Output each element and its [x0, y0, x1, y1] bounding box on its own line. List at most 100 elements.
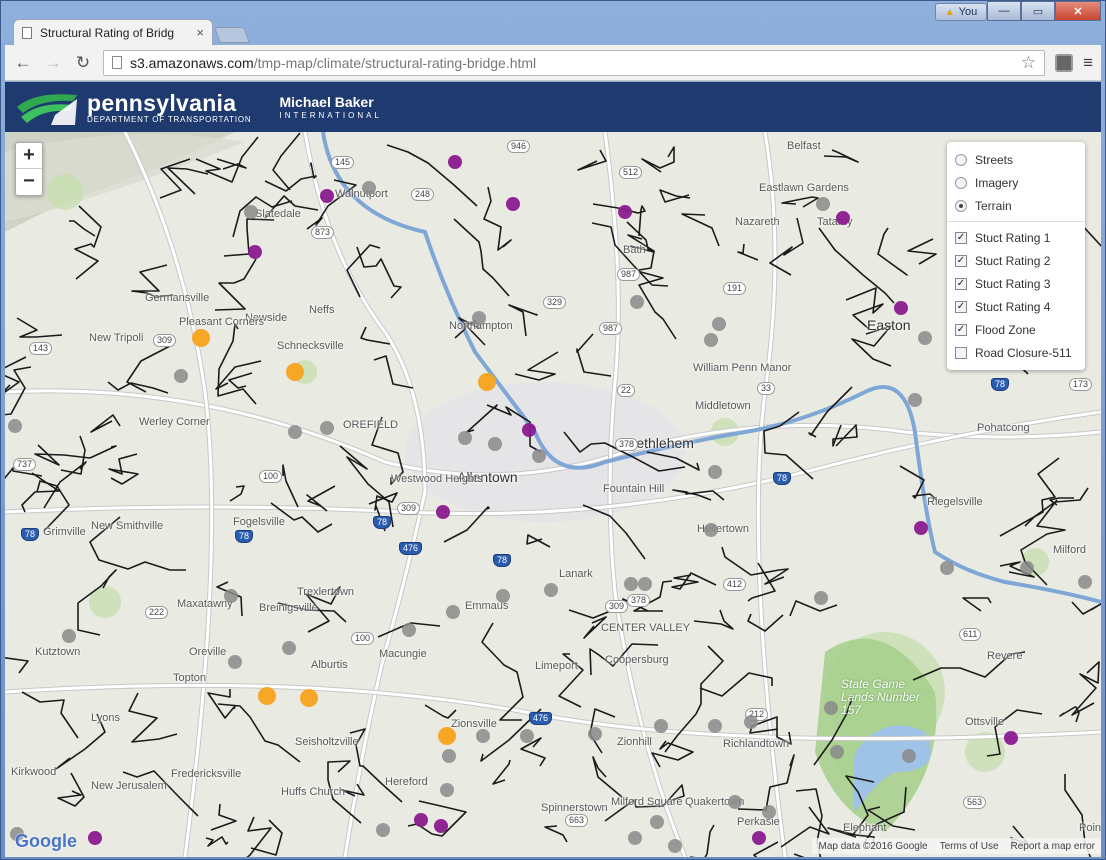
bridge-marker-gray[interactable] [362, 181, 376, 195]
bridge-marker-gray[interactable] [544, 583, 558, 597]
bridge-marker-gray[interactable] [624, 577, 638, 591]
bridge-marker-purple[interactable] [894, 301, 908, 315]
overlay-stuct-rating-3[interactable]: ✓ Stuct Rating 3 [955, 272, 1077, 295]
bridge-marker-gray[interactable] [458, 431, 472, 445]
bridge-marker-gray[interactable] [228, 655, 242, 669]
menu-icon[interactable]: ≡ [1083, 53, 1093, 73]
bridge-marker-purple[interactable] [618, 205, 632, 219]
url-text[interactable]: s3.amazonaws.com/tmp-map/climate/structu… [130, 55, 1013, 71]
overlay-stuct-rating-4[interactable]: ✓ Stuct Rating 4 [955, 295, 1077, 318]
extension-icon[interactable] [1055, 53, 1074, 72]
bridge-marker-gray[interactable] [708, 465, 722, 479]
bridge-marker-gray[interactable] [902, 749, 916, 763]
bookmark-star-icon[interactable]: ☆ [1021, 53, 1036, 73]
bridge-marker-gray[interactable] [712, 317, 726, 331]
base-layer-terrain[interactable]: Terrain [955, 194, 1077, 217]
bridge-marker-purple[interactable] [434, 819, 448, 833]
bridge-marker-gray[interactable] [638, 577, 652, 591]
maximize-button[interactable]: ▭ [1021, 1, 1055, 21]
bridge-marker-gray[interactable] [244, 205, 258, 219]
address-bar[interactable]: s3.amazonaws.com/tmp-map/climate/structu… [103, 49, 1046, 76]
terms-link[interactable]: Terms of Use [940, 841, 999, 852]
bridge-marker-orange[interactable] [300, 689, 318, 707]
bridge-marker-orange[interactable] [478, 373, 496, 391]
tab-close-icon[interactable]: × [196, 25, 204, 40]
bridge-marker-gray[interactable] [1078, 575, 1092, 589]
bridge-marker-gray[interactable] [440, 783, 454, 797]
bridge-marker-purple[interactable] [414, 813, 428, 827]
close-window-button[interactable]: ✕ [1055, 1, 1101, 21]
bridge-marker-gray[interactable] [472, 311, 486, 325]
bridge-marker-gray[interactable] [588, 727, 602, 741]
bridge-marker-gray[interactable] [830, 745, 844, 759]
bridge-marker-gray[interactable] [918, 331, 932, 345]
bridge-marker-gray[interactable] [288, 425, 302, 439]
bridge-marker-orange[interactable] [438, 727, 456, 745]
bridge-marker-gray[interactable] [496, 589, 510, 603]
bridge-marker-purple[interactable] [448, 155, 462, 169]
radio-button[interactable] [955, 153, 967, 166]
bridge-marker-gray[interactable] [668, 839, 682, 853]
checkbox[interactable]: ✓ [955, 231, 967, 244]
bridge-marker-gray[interactable] [320, 421, 334, 435]
base-layer-imagery[interactable]: Imagery [955, 171, 1077, 194]
bridge-marker-orange[interactable] [286, 363, 304, 381]
profile-button[interactable]: ▲ You [935, 3, 987, 21]
bridge-marker-gray[interactable] [704, 333, 718, 347]
bridge-marker-purple[interactable] [506, 197, 520, 211]
bridge-marker-gray[interactable] [8, 419, 22, 433]
bridge-marker-gray[interactable] [814, 591, 828, 605]
zoom-out-button[interactable]: − [16, 169, 42, 195]
checkbox[interactable]: ✓ [955, 254, 967, 267]
bridge-marker-gray[interactable] [908, 393, 922, 407]
back-button[interactable]: ← [13, 53, 33, 73]
overlay-stuct-rating-2[interactable]: ✓ Stuct Rating 2 [955, 249, 1077, 272]
bridge-marker-gray[interactable] [630, 295, 644, 309]
bridge-marker-gray[interactable] [744, 715, 758, 729]
overlay-flood-zone[interactable]: ✓ Flood Zone [955, 318, 1077, 341]
bridge-marker-gray[interactable] [520, 729, 534, 743]
bridge-marker-gray[interactable] [628, 831, 642, 845]
bridge-marker-gray[interactable] [446, 605, 460, 619]
checkbox[interactable]: ✓ [955, 277, 967, 290]
bridge-marker-gray[interactable] [488, 437, 502, 451]
bridge-marker-orange[interactable] [192, 329, 210, 347]
bridge-marker-gray[interactable] [708, 719, 722, 733]
forward-button[interactable]: → [43, 53, 63, 73]
checkbox[interactable] [955, 346, 967, 359]
checkbox[interactable]: ✓ [955, 323, 967, 336]
bridge-marker-orange[interactable] [258, 687, 276, 705]
bridge-marker-gray[interactable] [376, 823, 390, 837]
browser-tab[interactable]: Structural Rating of Bridg × [13, 19, 213, 45]
new-tab-button[interactable] [214, 27, 250, 43]
base-layer-streets[interactable]: Streets [955, 148, 1077, 171]
zoom-in-button[interactable]: + [16, 143, 42, 169]
bridge-marker-purple[interactable] [1004, 731, 1018, 745]
bridge-marker-gray[interactable] [224, 589, 238, 603]
radio-button[interactable] [955, 199, 967, 212]
bridge-marker-gray[interactable] [442, 749, 456, 763]
bridge-marker-gray[interactable] [824, 701, 838, 715]
bridge-marker-gray[interactable] [704, 523, 718, 537]
reload-button[interactable]: ↻ [73, 53, 93, 73]
overlay-stuct-rating-1[interactable]: ✓ Stuct Rating 1 [955, 226, 1077, 249]
bridge-marker-purple[interactable] [836, 211, 850, 225]
bridge-marker-gray[interactable] [650, 815, 664, 829]
bridge-marker-gray[interactable] [762, 805, 776, 819]
bridge-marker-gray[interactable] [532, 449, 546, 463]
report-error-link[interactable]: Report a map error [1011, 841, 1095, 852]
bridge-marker-purple[interactable] [522, 423, 536, 437]
radio-button[interactable] [955, 176, 967, 189]
bridge-marker-purple[interactable] [436, 505, 450, 519]
bridge-marker-gray[interactable] [402, 623, 416, 637]
bridge-marker-purple[interactable] [248, 245, 262, 259]
bridge-marker-gray[interactable] [816, 197, 830, 211]
bridge-marker-purple[interactable] [752, 831, 766, 845]
bridge-marker-gray[interactable] [728, 795, 742, 809]
bridge-marker-gray[interactable] [654, 719, 668, 733]
google-logo[interactable]: Google [15, 831, 77, 852]
bridge-marker-gray[interactable] [476, 729, 490, 743]
bridge-marker-gray[interactable] [1020, 561, 1034, 575]
bridge-marker-purple[interactable] [320, 189, 334, 203]
overlay-road-closure[interactable]: Road Closure-511 [955, 341, 1077, 364]
